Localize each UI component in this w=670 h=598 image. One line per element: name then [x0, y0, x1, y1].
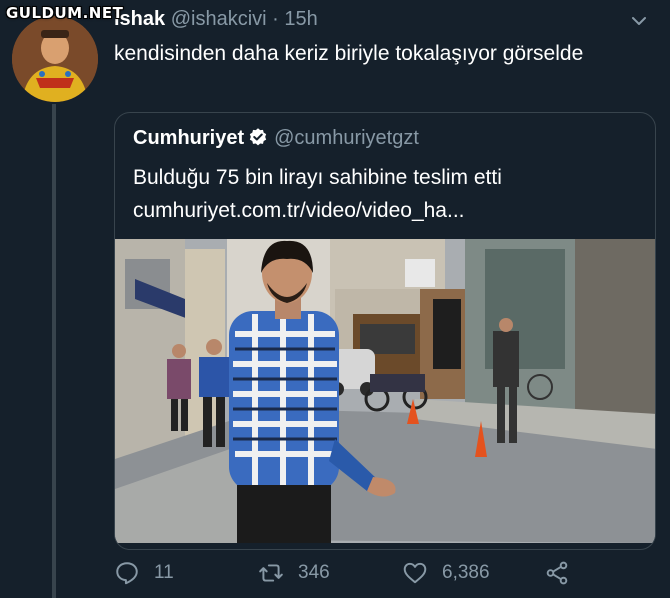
separator-dot: ·: [272, 8, 279, 30]
quoted-tweet-photo[interactable]: [115, 239, 655, 543]
street-photo: [115, 239, 655, 543]
verified-icon: [249, 128, 267, 146]
retweet-count: 346: [298, 562, 330, 583]
thread-line: [52, 104, 56, 598]
tweet-actions: 11 346 6,386: [114, 556, 634, 592]
quoted-author-handle[interactable]: @cumhuriyetgzt: [274, 127, 419, 149]
reply-icon[interactable]: [114, 560, 140, 586]
retweet-icon[interactable]: [258, 560, 284, 586]
author-handle[interactable]: @ishakcivi: [171, 8, 267, 30]
share-action[interactable]: [544, 560, 570, 586]
quoted-tweet-text: Bulduğu 75 bin lirayı sahibine teslim et…: [133, 161, 633, 227]
quoted-text-line: Bulduğu 75 bin lirayı sahibine teslim et…: [133, 166, 502, 189]
share-icon[interactable]: [544, 560, 570, 586]
avatar[interactable]: [12, 16, 98, 102]
retweet-action[interactable]: 346: [258, 560, 330, 586]
watermark: GULDUM.NET: [6, 4, 124, 22]
quoted-tweet-header: Cumhuriyet @cumhuriyetgzt: [133, 127, 419, 150]
reply-count: 11: [154, 562, 174, 583]
reply-action[interactable]: 11: [114, 560, 174, 586]
like-action[interactable]: 6,386: [402, 560, 490, 586]
tweet-timestamp[interactable]: 15h: [284, 8, 317, 30]
like-count: 6,386: [442, 562, 490, 583]
quoted-tweet-card[interactable]: Cumhuriyet @cumhuriyetgzt Bulduğu 75 bin…: [114, 112, 656, 550]
avatar-image: [12, 16, 98, 102]
like-icon[interactable]: [402, 560, 428, 586]
tweet-header: ishak @ishakcivi · 15h: [114, 8, 318, 34]
quoted-author-name[interactable]: Cumhuriyet: [133, 127, 244, 149]
chevron-down-icon[interactable]: [630, 12, 648, 30]
tweet-text: kendisinden daha keriz biriyle tokalaşıy…: [114, 42, 584, 65]
quoted-link[interactable]: cumhuriyet.com.tr/video/video_ha...: [133, 194, 633, 227]
